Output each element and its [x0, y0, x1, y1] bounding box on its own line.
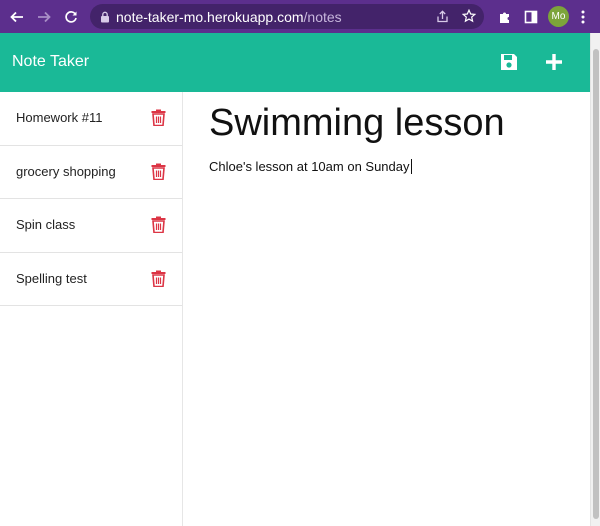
new-note-button[interactable] — [543, 51, 565, 73]
side-panel-button[interactable] — [521, 6, 541, 28]
note-list-item-title[interactable]: Spin class — [16, 217, 75, 232]
trash-icon[interactable] — [151, 270, 166, 287]
star-icon[interactable] — [462, 9, 476, 23]
reload-icon — [65, 11, 77, 23]
note-list-item[interactable]: Spin class — [0, 199, 182, 253]
extensions-button[interactable] — [495, 6, 515, 28]
note-list-item-title[interactable]: grocery shopping — [16, 164, 116, 179]
trash-icon[interactable] — [151, 216, 166, 233]
lock-icon — [101, 11, 109, 22]
note-text-area[interactable]: Chloe's lesson at 10am on Sunday — [209, 159, 412, 174]
trash-icon[interactable] — [151, 163, 166, 180]
note-list: Homework #11 grocery shopping Spin class… — [0, 92, 183, 526]
puzzle-icon — [500, 12, 509, 23]
note-list-item[interactable]: grocery shopping — [0, 146, 182, 199]
reload-button[interactable] — [60, 6, 82, 28]
page-scrollbar[interactable] — [590, 33, 600, 526]
note-list-item[interactable]: Homework #11 — [0, 92, 182, 146]
forward-button[interactable] — [33, 6, 55, 28]
browser-menu-button[interactable] — [576, 6, 590, 28]
app-navbar: Note Taker — [0, 33, 590, 92]
save-icon — [501, 54, 517, 70]
note-list-item-title[interactable]: Homework #11 — [16, 110, 102, 125]
save-note-button[interactable] — [498, 51, 520, 73]
note-editor: Swimming lesson Chloe's lesson at 10am o… — [184, 92, 590, 526]
app-title[interactable]: Note Taker — [12, 53, 89, 71]
note-list-item[interactable]: Spelling test — [0, 253, 182, 306]
browser-toolbar: note-taker-mo.herokuapp.com/notes Mo — [0, 0, 600, 33]
share-icon[interactable] — [436, 10, 449, 23]
back-button[interactable] — [6, 6, 28, 28]
side-panel-icon — [524, 10, 538, 24]
text-cursor — [410, 159, 412, 174]
arrow-right-icon — [38, 11, 51, 23]
arrow-left-icon — [10, 11, 23, 23]
url-text: note-taker-mo.herokuapp.com/notes — [116, 9, 342, 25]
kebab-menu-icon — [581, 10, 585, 24]
note-text: Chloe's lesson at 10am on Sunday — [209, 159, 410, 174]
url-path: /notes — [303, 8, 342, 25]
address-bar[interactable]: note-taker-mo.herokuapp.com/notes — [90, 4, 484, 29]
profile-avatar[interactable]: Mo — [548, 6, 569, 27]
note-title-input[interactable]: Swimming lesson — [209, 102, 505, 145]
plus-icon — [546, 54, 562, 70]
scrollbar-thumb[interactable] — [593, 49, 599, 519]
url-host: note-taker-mo.herokuapp.com — [116, 8, 304, 25]
trash-icon[interactable] — [151, 109, 166, 126]
note-list-item-title[interactable]: Spelling test — [16, 271, 87, 286]
